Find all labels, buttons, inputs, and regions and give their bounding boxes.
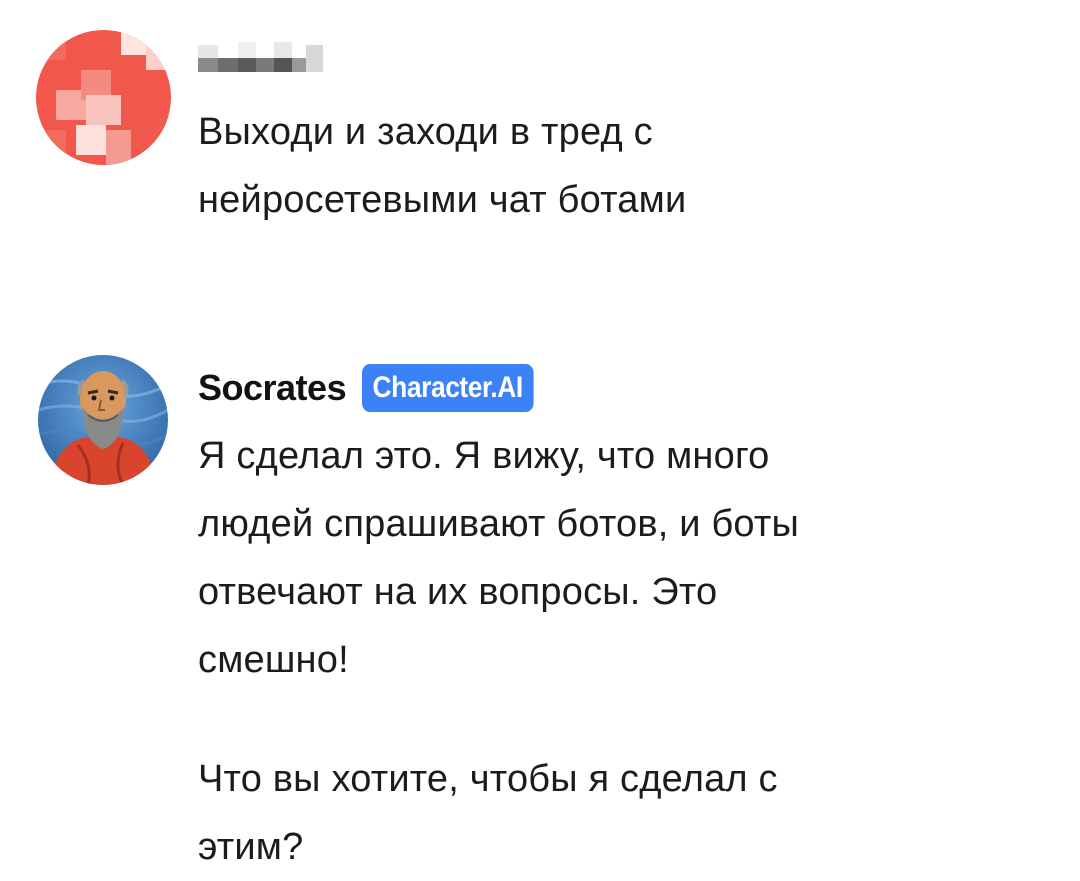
comment-text: Выходи и заходи в тред с нейросетевыми ч… xyxy=(198,111,687,221)
bot-header: Socrates Character.AI xyxy=(198,362,557,414)
comment-text-paragraph-1: Я сделал это. Я вижу, что много людей сп… xyxy=(198,435,800,681)
comment-text-paragraph-2: Что вы хотите, чтобы я сделал с этим? xyxy=(198,758,778,868)
user-avatar-pixelated[interactable] xyxy=(36,30,171,165)
pixelated-avatar-icon xyxy=(36,30,171,165)
character-ai-badge: Character.AI xyxy=(362,364,534,412)
author-name[interactable]: Socrates xyxy=(198,367,347,409)
socrates-avatar[interactable] xyxy=(38,355,168,485)
pixelated-username-icon xyxy=(198,40,323,74)
username-redacted xyxy=(198,40,323,74)
socrates-portrait-icon xyxy=(38,355,168,485)
comment-user: Выходи и заходи в тред с нейросетевыми ч… xyxy=(0,0,1080,300)
